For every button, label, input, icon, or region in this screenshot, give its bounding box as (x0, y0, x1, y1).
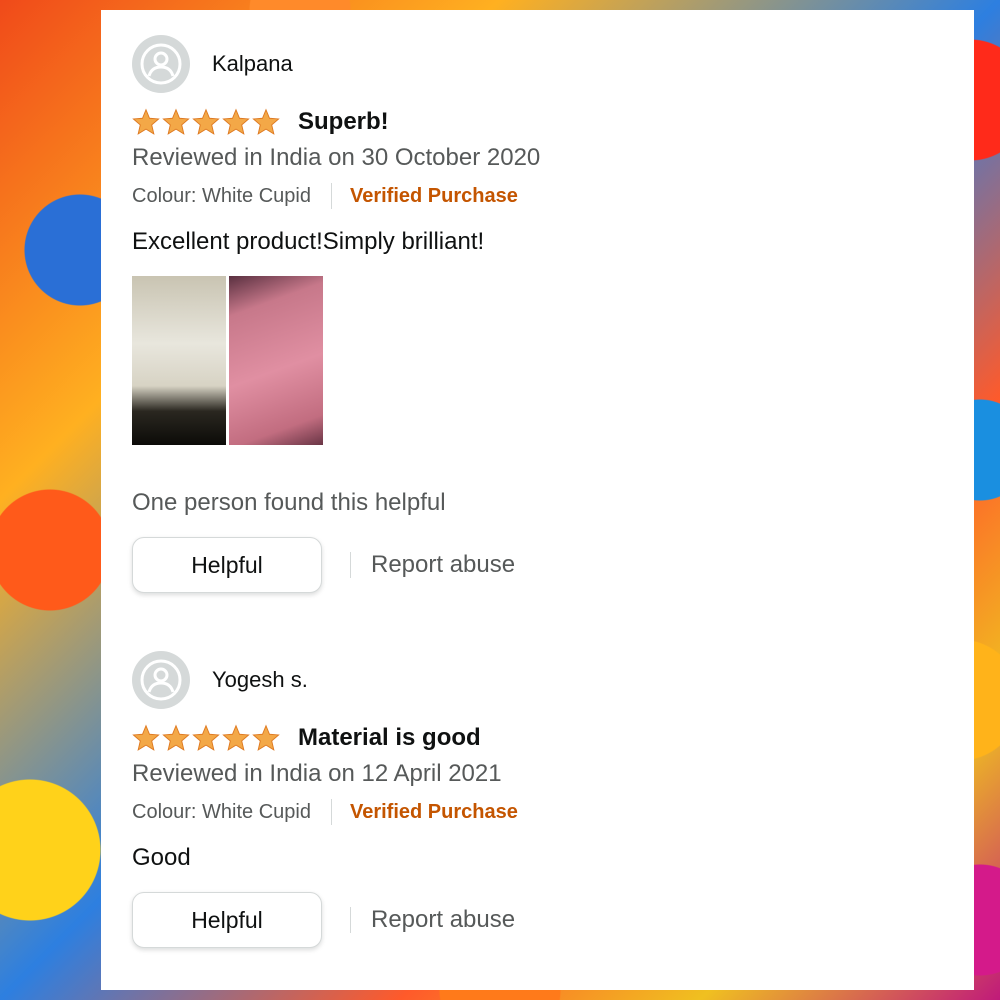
review-images (132, 276, 952, 445)
report-abuse-link[interactable]: Report abuse (371, 906, 515, 934)
reviews-card: Kalpana Superb! Reviewed in India on 30 … (101, 10, 974, 990)
review-item: Yogesh s. Material is good Reviewed in I… (132, 650, 952, 948)
star-icon (252, 108, 280, 135)
divider (350, 552, 351, 578)
star-icon (192, 108, 220, 135)
review-title[interactable]: Superb! (298, 108, 389, 136)
user-avatar-icon (132, 651, 190, 709)
helpful-count: One person found this helpful (132, 489, 446, 516)
review-body: Excellent product!Simply brilliant! (132, 228, 485, 255)
user-avatar-icon (132, 35, 190, 93)
star-icon (162, 108, 190, 135)
review-image-thumbnail[interactable] (229, 276, 323, 445)
reviewer-name: Kalpana (212, 51, 293, 76)
star-icon (252, 724, 280, 751)
divider (330, 799, 332, 825)
star-icon (162, 724, 190, 751)
divider (350, 907, 351, 933)
star-icon (192, 724, 220, 751)
review-body: Good (132, 844, 191, 871)
review-date: Reviewed in India on 12 April 2021 (132, 760, 502, 787)
review-image-thumbnail[interactable] (132, 276, 226, 445)
verified-purchase-badge: Verified Purchase (349, 800, 518, 823)
verified-purchase-badge: Verified Purchase (349, 184, 518, 207)
star-icon (222, 108, 250, 135)
star-rating[interactable] (132, 108, 280, 136)
reviewer-name: Yogesh s. (212, 667, 308, 692)
helpful-button[interactable]: Helpful (132, 892, 322, 948)
report-abuse-link[interactable]: Report abuse (371, 551, 515, 579)
colour-variant[interactable]: Colour: White Cupid (132, 801, 311, 824)
reviewer-profile[interactable]: Kalpana (132, 34, 952, 94)
star-icon (132, 724, 160, 751)
divider (330, 183, 332, 209)
helpful-button[interactable]: Helpful (132, 537, 322, 593)
star-rating[interactable] (132, 724, 280, 752)
reviewer-profile[interactable]: Yogesh s. (132, 650, 952, 710)
review-date: Reviewed in India on 30 October 2020 (132, 144, 541, 171)
star-icon (222, 724, 250, 751)
colour-variant[interactable]: Colour: White Cupid (132, 185, 311, 208)
review-title[interactable]: Material is good (298, 724, 481, 752)
star-icon (132, 108, 160, 135)
review-item: Kalpana Superb! Reviewed in India on 30 … (132, 34, 952, 593)
